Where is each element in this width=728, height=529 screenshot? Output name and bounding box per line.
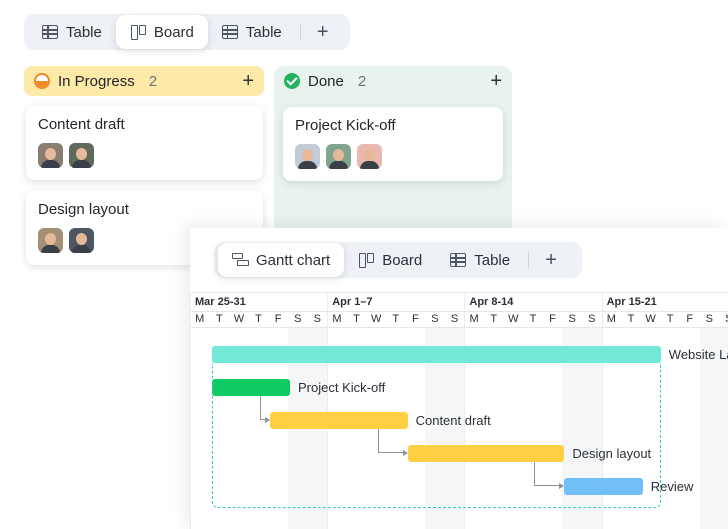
gantt-timeline[interactable]: Mar 25-31 Apr 1–7 Apr 8-14 Apr 15-21 MTWTFS…: [190, 292, 728, 529]
table-icon: [42, 25, 58, 39]
tab-label: Table: [66, 23, 102, 41]
card-content-draft[interactable]: Content draft: [26, 106, 263, 180]
tab-divider: [299, 23, 301, 41]
card-assignees: [38, 143, 251, 168]
tab-table[interactable]: Table: [28, 14, 116, 50]
gantt-bar-label: Website Launch: [668, 347, 728, 362]
day-label: F: [411, 313, 419, 325]
day-label: M: [606, 313, 616, 325]
avatar[interactable]: [326, 144, 351, 169]
tab-label: Table: [474, 251, 511, 269]
gantt-icon: [232, 253, 249, 267]
day-label: S: [705, 313, 714, 325]
group-outline: [211, 363, 661, 508]
tab-table[interactable]: Table: [436, 242, 524, 278]
day-label: F: [549, 313, 556, 325]
week-label: Mar 25-31: [195, 296, 246, 308]
day-label: T: [392, 313, 400, 325]
add-view-button[interactable]: +: [305, 14, 341, 50]
in-progress-icon: [34, 73, 50, 89]
column-header: Done 2 +: [274, 66, 512, 96]
week-header-row: Mar 25-31 Apr 1–7 Apr 8-14 Apr 15-21: [190, 292, 728, 312]
table-icon: [450, 253, 467, 267]
tab-label: Board: [153, 23, 194, 41]
add-card-button[interactable]: +: [242, 70, 254, 93]
day-label: S: [431, 313, 439, 325]
board-icon: [358, 253, 375, 268]
day-label: S: [450, 313, 459, 325]
tab-label: Gantt chart: [256, 251, 331, 269]
gantt-bar[interactable]: [211, 346, 661, 363]
avatar[interactable]: [295, 144, 320, 169]
column-title: In Progress: [58, 72, 135, 90]
day-label: T: [255, 313, 262, 325]
day-label: W: [370, 313, 382, 325]
gantt-view-tabbar: Gantt chart Board Table +: [214, 242, 582, 278]
tab-board[interactable]: Board: [344, 242, 436, 278]
day-label: T: [666, 313, 674, 325]
week-label: Apr 1–7: [332, 296, 373, 308]
day-label: S: [313, 313, 322, 325]
avatar[interactable]: [357, 144, 382, 169]
week-label: Apr 15-21: [606, 296, 657, 308]
card-assignees: [295, 144, 491, 169]
tab-label: Board: [382, 251, 423, 269]
day-label: F: [686, 313, 694, 325]
week-label: Apr 8-14: [469, 296, 514, 308]
day-label: M: [469, 313, 479, 325]
day-label: W: [508, 313, 519, 325]
day-header-row: MTWTFSSMTWTFSSMTWTFSSMTWTFSSMTW: [190, 312, 728, 328]
tab-divider: [528, 251, 530, 269]
avatar[interactable]: [38, 228, 63, 253]
done-check-icon: [284, 73, 300, 89]
day-label: M: [195, 313, 205, 325]
day-label: W: [645, 313, 656, 325]
board-icon: [130, 25, 146, 40]
column-count: 2: [357, 72, 367, 90]
day-label: T: [215, 313, 223, 325]
avatar[interactable]: [38, 143, 63, 168]
avatar[interactable]: [69, 228, 94, 253]
card-project-kick-off[interactable]: Project Kick-off: [283, 107, 503, 181]
dependency-connector: [377, 429, 408, 456]
tab-gantt-chart[interactable]: Gantt chart: [218, 243, 345, 277]
board-view-tabbar: Table Board Table +: [24, 14, 350, 50]
tab-label: Table: [245, 23, 282, 41]
avatar[interactable]: [69, 143, 94, 168]
day-label: T: [627, 313, 635, 325]
day-label: M: [332, 313, 342, 325]
day-label: S: [294, 313, 302, 325]
card-title: Project Kick-off: [295, 117, 396, 134]
tab-board[interactable]: Board: [115, 15, 208, 49]
day-label: F: [274, 313, 282, 325]
day-label: T: [353, 313, 360, 325]
tab-table-2[interactable]: Table: [208, 14, 296, 50]
day-label: S: [588, 313, 596, 325]
table-icon: [221, 25, 238, 39]
day-label: T: [490, 313, 498, 325]
dependency-connector: [534, 462, 565, 489]
column-count: 2: [148, 72, 158, 90]
dependency-connector: [260, 396, 271, 423]
add-card-button[interactable]: +: [490, 70, 502, 93]
day-label: S: [568, 313, 576, 325]
column-title: Done: [308, 72, 344, 90]
column-header: In Progress 2 +: [24, 66, 264, 96]
day-label: W: [233, 313, 245, 325]
day-label: S: [719, 313, 728, 325]
day-label: T: [529, 313, 537, 325]
card-title: Design layout: [38, 201, 129, 218]
gantt-panel: Gantt chart Board Table + Mar 25-31 Apr 1…: [190, 228, 728, 529]
card-title: Content draft: [38, 116, 125, 133]
add-view-button[interactable]: +: [533, 242, 569, 278]
